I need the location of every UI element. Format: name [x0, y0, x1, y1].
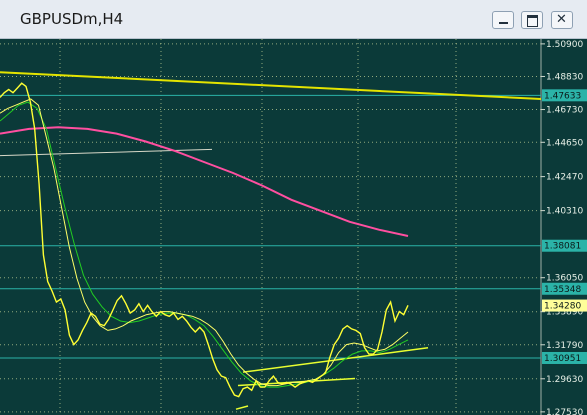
level-label: 1.35348 — [544, 285, 581, 295]
level-label: 1.47633 — [544, 91, 581, 101]
chart-canvas[interactable]: 1.50900 1.48830 1.46730 1.44650 1.42470 1.403… — [0, 39, 587, 415]
level-label: 1.38081 — [544, 242, 581, 252]
y-tick-label: 1.29630 — [546, 375, 583, 385]
title-bar[interactable]: GBPUSDm,H4 ✕ — [0, 0, 587, 39]
minimize-button[interactable] — [492, 11, 514, 29]
y-tick-label: 1.31790 — [546, 341, 583, 351]
maximize-icon — [527, 15, 538, 27]
level-label: 1.34280 — [544, 302, 581, 312]
price-chart[interactable]: 1.50900 1.48830 1.46730 1.44650 1.42470 1.403… — [0, 39, 587, 415]
y-tick-label: 1.48830 — [546, 72, 583, 82]
chart-window: GBPUSDm,H4 ✕ 1.50900 1.48830 1.46730 1.4465… — [0, 0, 587, 415]
y-tick-label: 1.40310 — [546, 207, 583, 217]
maximize-button[interactable] — [521, 11, 543, 29]
y-tick-label: 1.42470 — [546, 173, 583, 183]
window-title: GBPUSDm,H4 — [20, 10, 124, 28]
level-label: 1.30951 — [544, 354, 581, 364]
y-tick-label: 1.44650 — [546, 138, 583, 148]
close-button[interactable]: ✕ — [551, 11, 573, 29]
y-tick-label: 1.46730 — [546, 106, 583, 116]
y-tick-label: 1.36050 — [546, 274, 583, 284]
close-icon: ✕ — [556, 12, 567, 27]
y-tick-label: 1.27530 — [546, 408, 583, 415]
y-tick-label: 1.50900 — [546, 40, 583, 50]
minimize-icon — [499, 22, 508, 24]
